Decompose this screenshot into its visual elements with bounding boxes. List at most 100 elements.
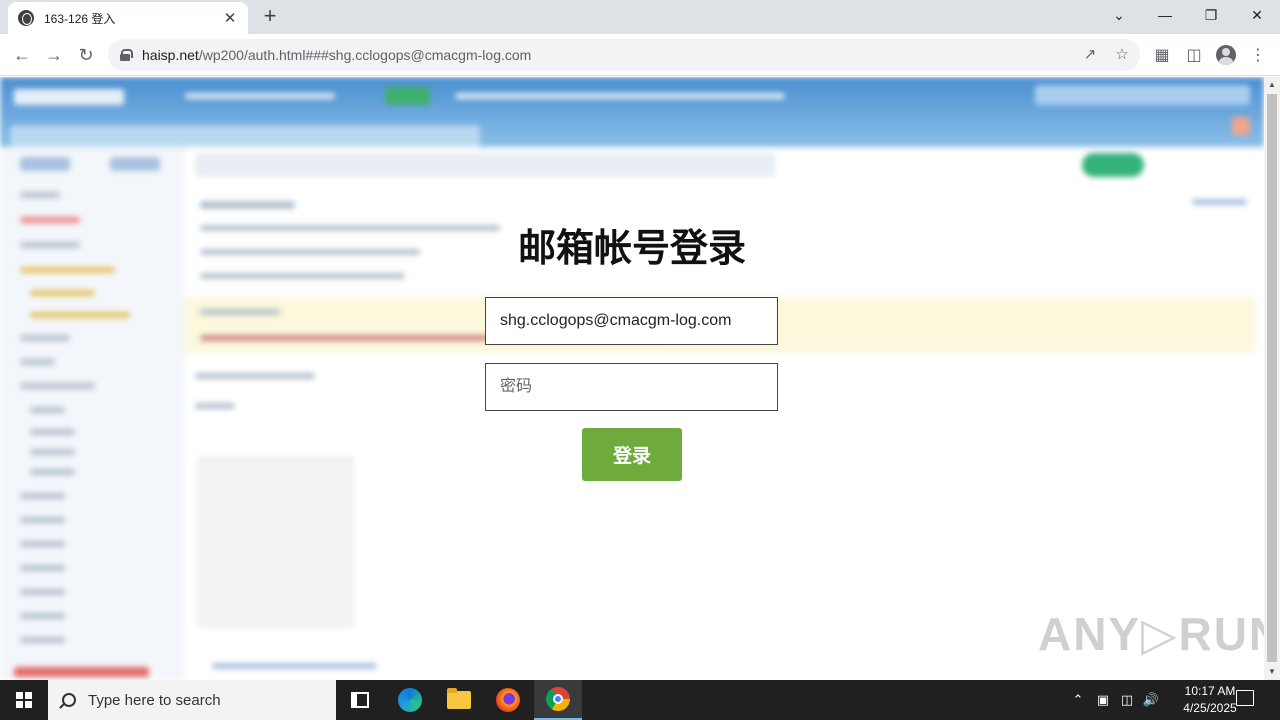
task-view-button[interactable] — [336, 680, 384, 720]
bg-line — [212, 663, 377, 669]
bg-sidebar — [0, 147, 185, 680]
bg-line — [195, 373, 315, 379]
reload-icon[interactable]: ↻ — [72, 41, 100, 69]
edge-taskbar-button[interactable] — [386, 680, 434, 720]
extensions-puzzle-icon[interactable]: ▦ — [1148, 41, 1176, 69]
start-button[interactable] — [0, 680, 48, 720]
folder-icon — [447, 688, 471, 709]
windows-taskbar: Type here to search ⌃ ▣ ◫ 🔊 10:17 AM 4/2… — [0, 680, 1280, 720]
side-panel-icon[interactable]: ◫ — [1180, 41, 1208, 69]
bg-green-button — [1082, 153, 1144, 177]
volume-icon[interactable]: 🔊 — [1140, 680, 1162, 720]
bg-line — [20, 335, 70, 341]
bg-header-pill — [10, 125, 480, 147]
bg-line — [30, 449, 75, 455]
url-host: haisp.net — [142, 47, 199, 63]
bg-line — [20, 267, 115, 273]
scrollbar-thumb[interactable] — [1267, 94, 1277, 662]
bg-line — [455, 93, 785, 99]
lock-icon[interactable] — [120, 49, 133, 61]
close-window-button[interactable]: ✕ — [1234, 0, 1280, 30]
windows-logo-icon — [16, 692, 32, 708]
taskbar-search-box[interactable]: Type here to search — [48, 680, 336, 720]
tab-active[interactable]: 163-126 登入 ✕ — [8, 2, 248, 34]
bg-line — [30, 290, 95, 296]
scroll-up-arrow-icon[interactable]: ▲ — [1264, 77, 1280, 93]
email-field[interactable] — [485, 297, 778, 345]
forward-arrow-icon[interactable]: → — [40, 41, 68, 69]
search-icon — [62, 693, 76, 707]
page-viewport: ANY▷RUN 邮箱帐号登录 登录 — [0, 77, 1264, 680]
login-button[interactable]: 登录 — [582, 428, 682, 481]
tab-search-dropdown-icon[interactable]: ⌄ — [1096, 0, 1142, 30]
share-icon[interactable]: ↗ — [1080, 45, 1100, 65]
bg-attachment — [198, 457, 353, 627]
bg-line — [30, 407, 65, 413]
bg-line — [30, 312, 130, 318]
file-explorer-taskbar-button[interactable] — [435, 680, 483, 720]
bg-line — [20, 192, 60, 198]
tray-device-icon[interactable]: ▣ — [1092, 680, 1114, 720]
profile-avatar-icon[interactable] — [1212, 41, 1240, 69]
login-title: 邮箱帐号登录 — [517, 226, 746, 270]
firefox-taskbar-button[interactable] — [484, 680, 532, 720]
bg-line — [14, 667, 149, 677]
anyrun-watermark: ANY▷RUN — [1038, 608, 1264, 660]
bg-line — [200, 249, 420, 255]
bg-line — [200, 273, 405, 279]
bg-line — [20, 541, 65, 547]
restore-button[interactable]: ❐ — [1188, 0, 1234, 30]
bg-header — [0, 77, 1264, 147]
tray-chevron-up-icon[interactable]: ⌃ — [1068, 680, 1088, 720]
bg-line — [20, 565, 65, 571]
bg-line — [385, 87, 430, 105]
password-field[interactable] — [485, 363, 778, 411]
bg-logo — [14, 89, 124, 105]
task-view-icon — [351, 692, 369, 708]
notification-icon[interactable] — [1236, 690, 1254, 706]
network-icon[interactable]: ◫ — [1116, 680, 1138, 720]
bookmark-star-icon[interactable]: ☆ — [1112, 45, 1132, 65]
edge-icon — [398, 688, 422, 712]
bg-line — [195, 403, 235, 409]
browser-tabstrip: 163-126 登入 ✕ + ⌄ — ❐ ✕ — [0, 0, 1280, 34]
bg-line — [20, 517, 65, 523]
bg-line — [20, 637, 65, 643]
back-arrow-icon[interactable]: ← — [8, 41, 36, 69]
bg-line — [30, 469, 75, 475]
browser-menu-icon[interactable]: ⋮ — [1244, 41, 1272, 69]
bg-line — [185, 93, 335, 99]
page-scrollbar[interactable]: ▲ ▼ — [1264, 77, 1280, 680]
bg-line — [1232, 117, 1250, 135]
bg-line — [30, 429, 75, 435]
bg-line — [20, 613, 65, 619]
chrome-icon — [546, 687, 570, 711]
bg-line — [20, 589, 65, 595]
bg-line — [20, 242, 80, 248]
bg-line — [20, 157, 70, 171]
bg-line — [1035, 85, 1250, 105]
bg-line — [1192, 199, 1247, 205]
bg-line — [20, 383, 95, 389]
bg-line — [200, 309, 280, 315]
minimize-button[interactable]: — — [1142, 0, 1188, 30]
url-text: haisp.net/wp200/auth.html###shg.cclogops… — [142, 47, 531, 63]
taskbar-search-placeholder: Type here to search — [88, 691, 221, 709]
new-tab-button[interactable]: + — [258, 5, 282, 29]
scroll-down-arrow-icon[interactable]: ▼ — [1264, 664, 1280, 680]
bg-line — [200, 201, 295, 209]
avatar — [1216, 45, 1236, 65]
address-bar[interactable]: haisp.net/wp200/auth.html###shg.cclogops… — [108, 39, 1140, 71]
bg-line — [20, 493, 65, 499]
bg-line — [20, 359, 55, 365]
bg-toolbar — [195, 153, 775, 177]
bg-line — [110, 157, 160, 171]
firefox-icon — [496, 688, 520, 712]
tab-title: 163-126 登入 — [44, 11, 116, 26]
browser-toolbar: ← → ↻ haisp.net/wp200/auth.html###shg.cc… — [0, 34, 1280, 76]
chrome-taskbar-button[interactable] — [534, 680, 582, 720]
globe-icon — [18, 10, 34, 26]
tab-close-icon[interactable]: ✕ — [222, 9, 238, 27]
url-path: /wp200/auth.html###shg.cclogops@cmacgm-l… — [198, 47, 532, 63]
bg-line — [20, 217, 80, 223]
